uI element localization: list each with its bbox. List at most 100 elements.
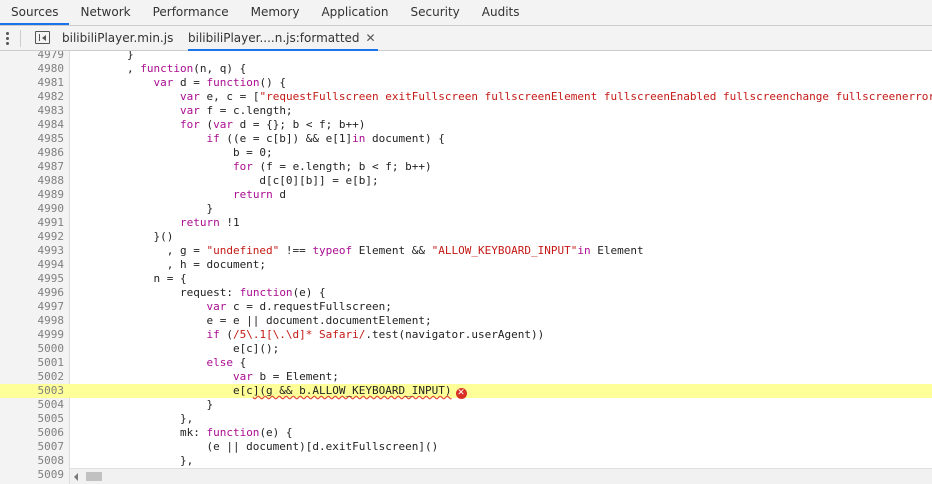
code-text: for (var d = {}; b < f; b++) xyxy=(179,118,366,131)
code-line: 4979 } xyxy=(0,51,932,62)
line-number[interactable]: 5007 xyxy=(0,440,65,454)
code-line: 4984 for (var d = {}; b < f; b++) xyxy=(0,118,932,132)
code-line: 4987 for (f = e.length; b < f; b++) xyxy=(0,160,932,174)
code-text: var b = Element; xyxy=(232,370,339,383)
code-text: } xyxy=(74,51,134,61)
file-tab-min-js[interactable]: bilibiliPlayer.min.js xyxy=(62,26,173,51)
code-line: 4995 n = { xyxy=(0,272,932,286)
line-number[interactable]: 4993 xyxy=(0,244,65,258)
code-text: var e, c = ["requestFullscreen exitFulls… xyxy=(179,90,932,103)
line-number[interactable]: 4987 xyxy=(0,160,65,174)
line-number[interactable]: 5004 xyxy=(0,398,65,412)
line-number[interactable]: 5003 xyxy=(0,384,64,398)
code-line: 4982 var e, c = ["requestFullscreen exit… xyxy=(0,90,932,104)
line-number[interactable]: 4998 xyxy=(0,314,65,328)
code-line: 5006 mk: function(e) { xyxy=(0,426,932,440)
tab-sources[interactable]: Sources xyxy=(0,0,70,25)
close-tab-icon[interactable]: ✕ xyxy=(365,26,375,51)
line-number[interactable]: 4981 xyxy=(0,76,65,90)
code-line: 4991 return !1 xyxy=(0,216,932,230)
code-line: 4983 var f = c.length; xyxy=(0,104,932,118)
line-number[interactable]: 5005 xyxy=(0,412,65,426)
code-line: 4988 d[c[0][b]] = e[b]; xyxy=(0,174,932,188)
code-line: 4997 var c = d.requestFullscreen; xyxy=(0,300,932,314)
line-number[interactable]: 5009 xyxy=(0,468,65,482)
devtools-panel-tabs: Sources Network Performance Memory Appli… xyxy=(0,0,932,26)
line-number[interactable]: 4988 xyxy=(0,174,65,188)
line-number[interactable]: 4986 xyxy=(0,146,65,160)
code-line: 4986 b = 0; xyxy=(0,146,932,160)
code-text: n = { xyxy=(74,272,187,285)
code-text: , g = "undefined" !== typeof Element && … xyxy=(74,244,644,257)
code-text: d[c[0][b]] = e[b]; xyxy=(74,174,379,187)
line-number[interactable]: 4995 xyxy=(0,272,65,286)
code-line: 5005 }, xyxy=(0,412,932,426)
code-editor[interactable]: 4979 } 4980 , function(n, q) {4981 var d … xyxy=(0,51,932,484)
line-number[interactable]: 4997 xyxy=(0,300,65,314)
line-number[interactable]: 4982 xyxy=(0,90,65,104)
line-number[interactable]: 4991 xyxy=(0,216,65,230)
code-text: }() xyxy=(74,230,174,243)
line-number[interactable]: 4984 xyxy=(0,118,65,132)
file-tab-formatted[interactable]: bilibiliPlayer....n.js:formatted ✕ xyxy=(188,26,378,51)
divider xyxy=(20,30,21,47)
code-line: 4996 request: function(e) { xyxy=(0,286,932,300)
code-line: 4994 , h = document; xyxy=(0,258,932,272)
code-text: , function(n, q) { xyxy=(74,62,247,75)
code-text: return !1 xyxy=(179,216,240,229)
code-line: 5004 } xyxy=(0,398,932,412)
scrollbar-thumb[interactable] xyxy=(86,472,102,481)
line-number[interactable]: 4990 xyxy=(0,202,65,216)
line-number[interactable]: 5002 xyxy=(0,370,65,384)
code-text: } xyxy=(74,202,214,215)
tab-memory[interactable]: Memory xyxy=(240,0,311,25)
line-number[interactable]: 5001 xyxy=(0,356,65,370)
code-line: 5000 e[c](); xyxy=(0,342,932,356)
code-text: e[c](g && b.ALLOW_KEYBOARD_INPUT) ✕ xyxy=(74,384,467,399)
line-number[interactable]: 4980 xyxy=(0,62,65,76)
line-number[interactable]: 4985 xyxy=(0,132,65,146)
tab-network[interactable]: Network xyxy=(69,0,141,25)
code-text: var f = c.length; xyxy=(179,104,293,117)
tab-performance[interactable]: Performance xyxy=(142,0,240,25)
code-line: 5003 e[c](g && b.ALLOW_KEYBOARD_INPUT) ✕ xyxy=(0,384,932,399)
scroll-left-icon[interactable] xyxy=(74,473,78,481)
line-number[interactable]: 4996 xyxy=(0,286,65,300)
line-number[interactable]: 4992 xyxy=(0,230,65,244)
code-line: 4998 e = e || document.documentElement; xyxy=(0,314,932,328)
tab-audits[interactable]: Audits xyxy=(471,0,531,25)
line-number[interactable]: 4983 xyxy=(0,104,65,118)
code-text: request: function(e) { xyxy=(74,286,326,299)
toggle-navigator-icon[interactable] xyxy=(35,31,50,44)
code-line: 5002 var b = Element; xyxy=(0,370,932,384)
code-text: e = e || document.documentElement; xyxy=(74,314,432,327)
code-text: var c = d.requestFullscreen; xyxy=(206,300,392,313)
code-line: 4980 , function(n, q) { xyxy=(0,62,932,76)
editor-file-tabs: bilibiliPlayer.min.js bilibiliPlayer....… xyxy=(0,26,932,51)
file-tab-formatted-label: bilibiliPlayer....n.js:formatted xyxy=(188,31,360,45)
code-line: 4992 }() xyxy=(0,230,932,244)
code-line: 5007 (e || document)[d.exitFullscreen]() xyxy=(0,440,932,454)
horizontal-scrollbar[interactable] xyxy=(70,468,932,484)
code-text: if (/5\.1[\.\d]* Safari/.test(navigator.… xyxy=(206,328,545,341)
line-number[interactable]: 4989 xyxy=(0,188,65,202)
code-text: for (f = e.length; b < f; b++) xyxy=(232,160,432,173)
line-number[interactable]: 5006 xyxy=(0,426,65,440)
line-number[interactable]: 5008 xyxy=(0,454,65,468)
tab-application[interactable]: Application xyxy=(310,0,399,25)
code-text: }, xyxy=(74,454,194,467)
code-line: 4990 } xyxy=(0,202,932,216)
code-text: b = 0; xyxy=(74,146,273,159)
line-number[interactable]: 4994 xyxy=(0,258,65,272)
line-number[interactable]: 4979 xyxy=(0,51,65,62)
more-options-icon[interactable] xyxy=(6,31,10,46)
tab-security[interactable]: Security xyxy=(400,0,471,25)
code-text: return d xyxy=(232,188,286,201)
code-text: else { xyxy=(206,356,247,369)
line-number[interactable]: 5000 xyxy=(0,342,65,356)
code-line: 4985 if ((e = c[b]) && e[1]in document) … xyxy=(0,132,932,146)
code-line: 4981 var d = function() { xyxy=(0,76,932,90)
code-text: , h = document; xyxy=(74,258,267,271)
line-number[interactable]: 4999 xyxy=(0,328,65,342)
code-text: mk: function(e) { xyxy=(74,426,293,439)
